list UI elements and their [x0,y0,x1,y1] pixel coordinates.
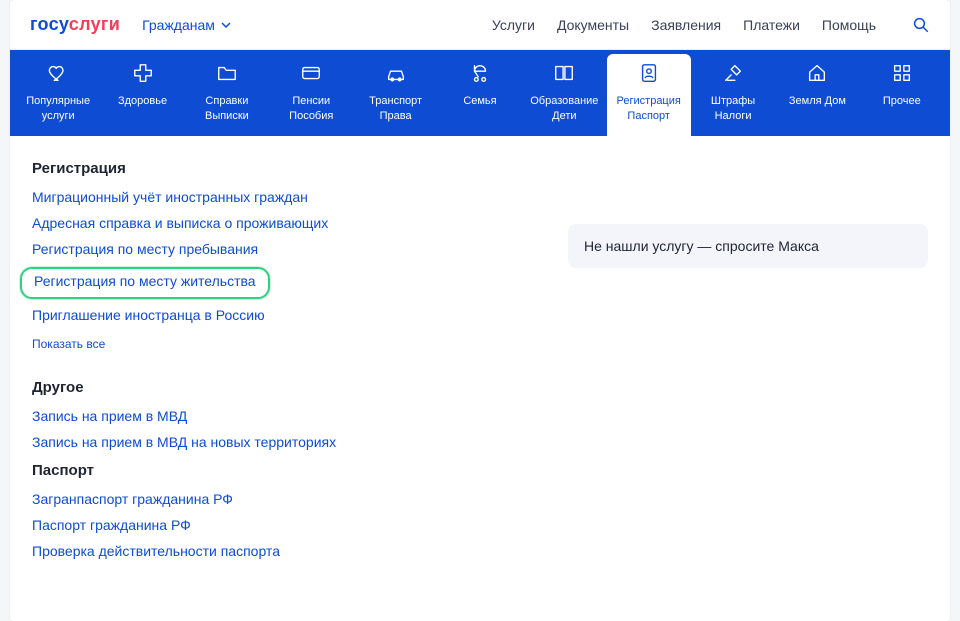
logo[interactable]: госуслуги [30,14,120,35]
list-item: Паспорт гражданина РФ [32,517,528,535]
list-item: Регистрация по месту пребывания [32,241,528,259]
logo-part-1: госу [30,14,69,34]
service-link[interactable]: Паспорт гражданина РФ [32,517,191,533]
link-list: Запись на прием в МВД Запись на прием в М… [32,408,528,452]
section: ДругоеЗапись на прием в МВДЗапись на при… [32,379,528,452]
nav-services[interactable]: Услуги [492,17,535,33]
nav-payments[interactable]: Платежи [743,17,800,33]
nav-documents[interactable]: Документы [557,17,629,33]
service-link[interactable]: Загранпаспорт гражданина РФ [32,491,233,507]
audience-label: Гражданам [142,17,215,33]
section-title: Другое [32,379,528,396]
section-title: Регистрация [32,160,528,177]
grid-icon [891,62,913,88]
header: госуслуги Гражданам Услуги Документы Зая… [10,0,950,50]
section: Паспорт Загранпаспорт гражданина РФ Паспор… [32,462,528,561]
show-all-link[interactable]: Показать все [32,337,105,351]
heart-icon [47,62,69,88]
category-label: Земля Дом [789,94,846,124]
list-item: Миграционный учёт иностранных граждан [32,189,528,207]
category-label: ТранспортПрава [369,94,422,124]
service-link[interactable]: Приглашение иностранца в Россию [32,307,265,323]
audience-selector[interactable]: Гражданам [142,17,231,33]
category-registration[interactable]: РегистрацияПаспорт [607,54,691,136]
person-doc-icon [638,62,660,88]
service-link[interactable]: Миграционный учёт иностранных граждан [32,189,308,205]
category-education[interactable]: ОбразованиеДети [522,50,606,136]
list-item: Загранпаспорт гражданина РФ [32,491,528,509]
category-transport[interactable]: ТранспортПрава [353,50,437,136]
category-health[interactable]: Здоровье [100,50,184,136]
search-button[interactable] [912,16,930,34]
content: Регистрация Миграционный учёт иностранных… [10,136,950,591]
category-bar: Популярныеуслуги Здоровье СправкиВыписки Пе… [10,50,950,136]
category-pensions[interactable]: ПенсииПособия [269,50,353,136]
book-icon [553,62,575,88]
service-link[interactable]: Регистрация по месту пребывания [32,241,258,257]
list-item: Приглашение иностранца в Россию [32,307,528,325]
search-icon [912,16,930,34]
category-label: РегистрацияПаспорт [617,94,681,124]
section-title: Паспорт [32,462,528,479]
chevron-down-icon [221,20,231,30]
right-column: Не нашли услугу — спросите Макса [568,160,928,571]
list-item: Проверка действительности паспорта [32,543,528,561]
folder-icon [216,62,238,88]
category-label: Прочее [883,94,921,124]
category-other[interactable]: Прочее [860,50,944,136]
link-list: Миграционный учёт иностранных граждан Адр… [32,189,528,325]
list-item: Регистрация по месту жительства [32,267,528,299]
section: Регистрация Миграционный учёт иностранных… [32,160,528,373]
category-label: Семья [463,94,496,124]
cross-icon [132,62,154,88]
gavel-icon [722,62,744,88]
category-label: Здоровье [118,94,167,124]
nav-help[interactable]: Помощь [822,17,876,33]
category-label: ПенсииПособия [289,94,333,124]
car-icon [385,62,407,88]
header-nav: Услуги Документы Заявления Платежи Помощ… [492,16,930,34]
logo-part-2: слуги [69,14,120,34]
category-family[interactable]: Семья [438,50,522,136]
category-label: СправкиВыписки [205,94,249,124]
highlight-ring: Регистрация по месту жительства [20,267,270,299]
category-label: Популярныеуслуги [26,94,90,124]
link-list: Загранпаспорт гражданина РФ Паспорт гражд… [32,491,528,561]
list-item: Адресная справка и выписка о проживающих [32,215,528,233]
stroller-icon [469,62,491,88]
left-column: Регистрация Миграционный учёт иностранных… [32,160,528,571]
service-link[interactable]: Запись на прием в МВД [32,408,187,424]
service-link[interactable]: Адресная справка и выписка о проживающих [32,215,328,231]
category-label: ОбразованиеДети [530,94,598,124]
category-land[interactable]: Земля Дом [775,50,859,136]
list-item: Запись на прием в МВД на новых территори… [32,434,528,452]
max-assistant-prompt[interactable]: Не нашли услугу — спросите Макса [568,224,928,268]
category-docs[interactable]: СправкиВыписки [185,50,269,136]
service-link[interactable]: Проверка действительности паспорта [32,543,280,559]
category-popular[interactable]: Популярныеуслуги [16,50,100,136]
card-icon [300,62,322,88]
home-icon [806,62,828,88]
category-fines[interactable]: ШтрафыНалоги [691,50,775,136]
service-link[interactable]: Запись на прием в МВД на новых территори… [32,434,336,450]
category-label: ШтрафыНалоги [711,94,755,124]
service-link[interactable]: Регистрация по месту жительства [34,273,256,289]
list-item: Запись на прием в МВД [32,408,528,426]
nav-requests[interactable]: Заявления [651,17,721,33]
